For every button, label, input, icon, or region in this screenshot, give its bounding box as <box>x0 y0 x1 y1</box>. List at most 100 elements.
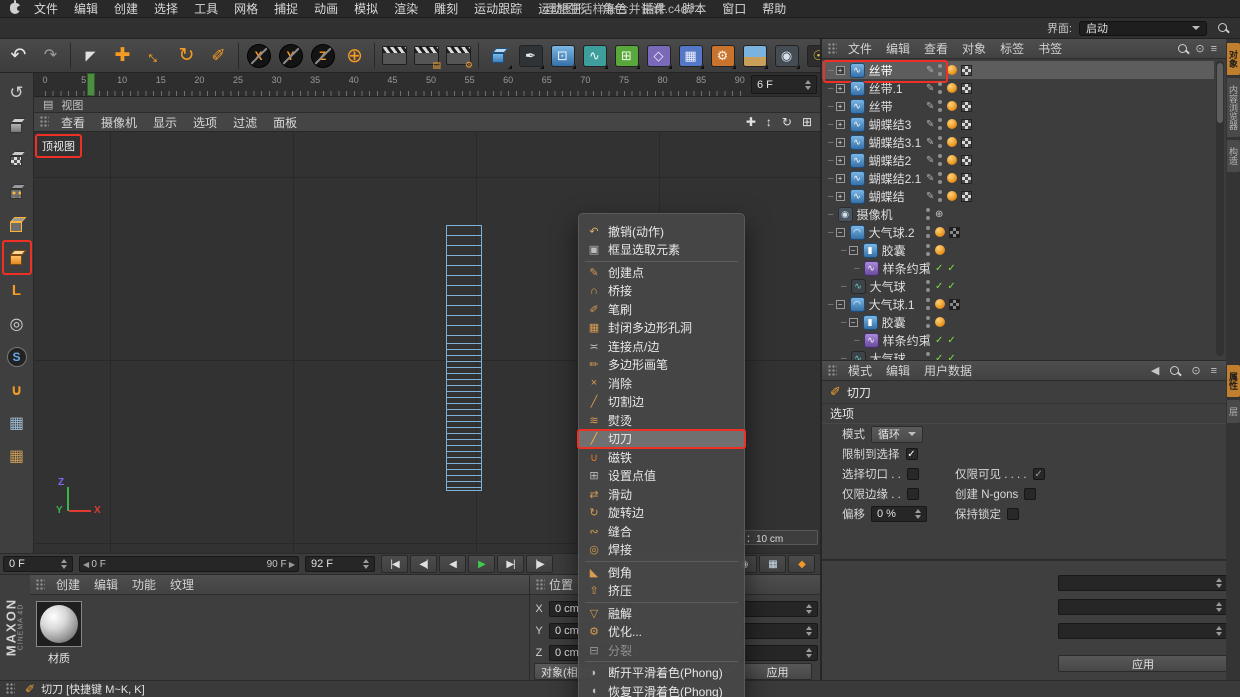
visibility-dots-icon[interactable] <box>938 118 943 130</box>
context-item-weld-item[interactable]: ◎ 焊接 <box>579 541 744 560</box>
object-manager-menu-6[interactable]: 书签 <box>1031 40 1069 57</box>
stepper[interactable] <box>802 604 812 614</box>
material-manager-menu-2[interactable]: 编辑 <box>87 576 125 593</box>
object-row-大气球[interactable]: – ∿ 大气球 ✓ ✓ <box>822 349 1214 360</box>
select-cuts-checkbox[interactable] <box>906 468 919 480</box>
visibility-dots-icon[interactable] <box>926 226 931 238</box>
range-right-handle[interactable]: ▶ <box>287 560 295 569</box>
panel-grip-icon[interactable] <box>40 116 49 128</box>
next-frame-button[interactable]: ▶| <box>497 555 524 573</box>
context-item-dissolve-item[interactable]: × 消除 <box>579 374 744 393</box>
field-icon[interactable]: ◇ <box>643 41 674 71</box>
apply-button[interactable]: 应用 <box>1058 655 1228 672</box>
keyframe-selection-button[interactable]: ▦ <box>759 555 786 573</box>
scrollbar-thumb[interactable] <box>1217 63 1223 123</box>
edges-only-checkbox[interactable] <box>906 488 919 500</box>
search-icon[interactable] <box>1177 43 1189 55</box>
coordinate-system-icon[interactable]: ⊕ <box>339 41 370 71</box>
panel-grip-icon[interactable] <box>536 578 545 591</box>
toggle-views-icon[interactable]: ⊞ <box>802 115 812 129</box>
context-item-slide-item[interactable]: ⇄ 滑动 <box>579 485 744 504</box>
visibility-dots-icon[interactable] <box>938 136 943 148</box>
make-editable-icon[interactable]: ↺ <box>3 78 31 107</box>
object-row-样条约束[interactable]: – ∿ 样条约束 ✓ ✓ <box>822 331 1214 349</box>
context-item-extrude-item[interactable]: ⇧ 挤压 <box>579 582 744 601</box>
prev-key-button[interactable]: ◀| <box>410 555 437 573</box>
expander-icon[interactable]: − <box>848 317 858 327</box>
offset-field[interactable]: 0 % <box>871 506 927 522</box>
panel-grip-icon[interactable] <box>36 578 45 591</box>
phong-tag-icon[interactable] <box>947 191 958 201</box>
dynamics-icon[interactable]: ⚙ <box>707 41 738 71</box>
context-item-create-point-item[interactable]: ✎ 创建点 <box>579 263 744 282</box>
object-manager-menu-4[interactable]: 对象 <box>955 40 993 57</box>
visibility-dots-icon[interactable] <box>926 262 931 274</box>
subdivision-surface-icon[interactable]: ⊡ <box>547 41 578 71</box>
expander-icon[interactable]: + <box>835 101 845 111</box>
dock-tab-内容浏览器[interactable]: 内容浏览器 <box>1227 78 1240 137</box>
texture-tag-icon[interactable] <box>961 82 973 94</box>
texture-tag-icon[interactable] <box>961 136 973 148</box>
model-mode-icon[interactable] <box>3 111 31 140</box>
texture-tag-icon[interactable] <box>949 226 960 238</box>
expander-icon[interactable]: − <box>835 227 845 237</box>
snap-toggle-icon[interactable]: S <box>3 342 31 371</box>
apple-menu-icon[interactable] <box>10 0 22 14</box>
context-item-cut-edge-item[interactable]: ╱ 切割边 <box>579 393 744 412</box>
goto-start-button[interactable]: |◀ <box>381 555 408 573</box>
menubar-item-4[interactable]: 选择 <box>146 0 186 17</box>
object-row-丝带[interactable]: – + ∿ 丝带 ✎ <box>822 97 1214 115</box>
context-item-undo-action-item[interactable]: ↶ 撤销(动作) <box>579 222 744 241</box>
volume-icon[interactable]: ▦ <box>675 41 706 71</box>
options-section-header[interactable]: 选项 <box>822 404 1226 424</box>
context-item-break-phong-item[interactable]: ◗ 断开平滑着色(Phong) <box>579 664 744 683</box>
phong-tag-icon[interactable] <box>947 155 958 165</box>
move-tool-icon[interactable]: ✚ <box>107 41 138 71</box>
visible-only-checkbox[interactable] <box>1032 468 1045 480</box>
texture-tag-icon[interactable] <box>961 154 973 166</box>
panel-grip-icon[interactable] <box>828 364 837 377</box>
offset-stepper[interactable] <box>911 509 921 519</box>
menubar-item-7[interactable]: 捕捉 <box>266 0 306 17</box>
context-item-optimize-item[interactable]: ⚙ 优化... <box>579 623 744 642</box>
transform-field-2[interactable] <box>1058 599 1228 615</box>
preserve-lock-checkbox[interactable] <box>1007 508 1019 520</box>
object-row-样条约束[interactable]: – ∿ 样条约束 ✓ ✓ <box>822 259 1214 277</box>
object-row-蝴蝶结[interactable]: – + ∿ 蝴蝶结 ✎ <box>822 187 1214 205</box>
menubar-item-12[interactable]: 运动跟踪 <box>466 0 530 17</box>
menubar-item-18[interactable]: 帮助 <box>754 0 794 17</box>
expander-icon[interactable]: + <box>835 191 845 201</box>
search-icon[interactable] <box>1217 22 1229 34</box>
enable-axis-icon[interactable]: L <box>3 276 31 305</box>
start-frame-stepper[interactable] <box>57 559 67 569</box>
expander-icon[interactable]: + <box>835 137 845 147</box>
z-axis-lock-button[interactable]: Z <box>307 41 338 71</box>
zoom-view-icon[interactable]: ↕ <box>766 115 772 129</box>
menubar-item-3[interactable]: 创建 <box>106 0 146 17</box>
object-row-摄像机[interactable]: – ◉ 摄像机 ⊕ <box>822 205 1214 223</box>
timeline-end-field[interactable]: 92 F <box>305 556 375 572</box>
object-manager-menu-2[interactable]: 编辑 <box>879 40 917 57</box>
material-manager-menu-4[interactable]: 纹理 <box>163 576 201 593</box>
point-mode-icon[interactable] <box>3 177 31 206</box>
context-item-melt-item[interactable]: ▽ 融解 <box>579 604 744 623</box>
rotation-field-1[interactable] <box>742 601 818 617</box>
mode-select[interactable]: 循环 <box>871 425 923 443</box>
search-icon[interactable] <box>1169 365 1181 377</box>
menubar-item-1[interactable]: 文件 <box>26 0 66 17</box>
dock-tab-对象[interactable]: 对象 <box>1227 43 1240 75</box>
filter-icon[interactable]: ⊙ <box>1192 42 1207 55</box>
viewport-solo-icon[interactable]: ◎ <box>3 309 31 338</box>
dock-tab-构造[interactable]: 构造 <box>1227 140 1240 172</box>
stepper[interactable] <box>1212 602 1222 612</box>
prev-frame-button[interactable]: ◀ <box>439 555 466 573</box>
object-row-蝴蝶结3[interactable]: – + ∿ 蝴蝶结3 ✎ <box>822 115 1214 133</box>
object-row-丝带.1[interactable]: – + ∿ 丝带.1 ✎ <box>822 79 1214 97</box>
expander-icon[interactable]: + <box>835 65 845 75</box>
attribute-manager-menu-3[interactable]: 用户数据 <box>917 362 979 379</box>
texture-tag-icon[interactable] <box>961 64 973 76</box>
object-row-蝴蝶结2.1[interactable]: – + ∿ 蝴蝶结2.1 ✎ <box>822 169 1214 187</box>
phong-tag-icon[interactable] <box>935 299 945 309</box>
panel-menu-icon[interactable]: ≡ <box>1208 365 1220 377</box>
render-view-icon[interactable] <box>379 41 410 71</box>
